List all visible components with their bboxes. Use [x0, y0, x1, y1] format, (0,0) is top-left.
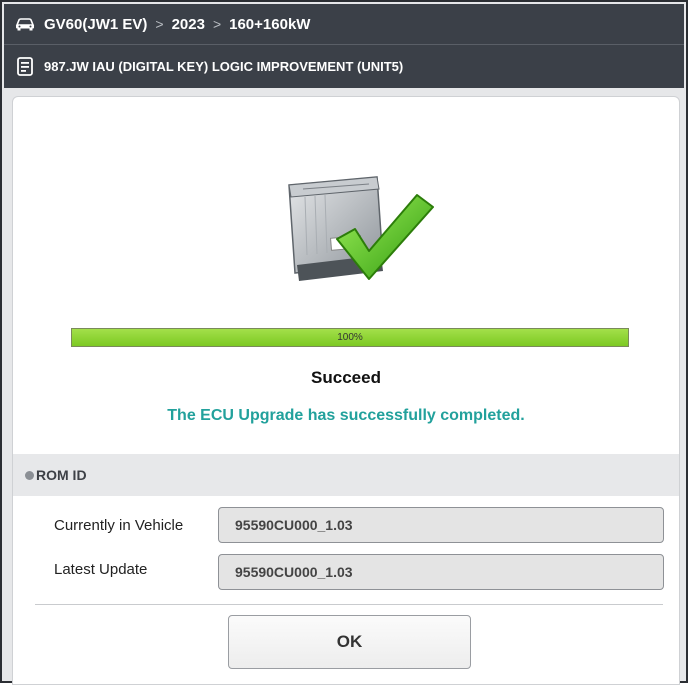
breadcrumb-power[interactable]: 160+160kW [229, 16, 310, 33]
ecu-check-icon [277, 167, 447, 297]
breadcrumb-vehicle[interactable]: GV60(JW1 EV) [44, 16, 147, 33]
app-frame: GV60(JW1 EV) > 2023 > 160+160kW 987.JW I… [0, 0, 688, 685]
breadcrumb-separator: > [212, 16, 222, 32]
breadcrumb-separator: > [155, 16, 164, 32]
procedure-title: 987.JW IAU (DIGITAL KEY) LOGIC IMPROVEME… [44, 59, 404, 74]
status-title: Succeed [311, 368, 381, 387]
bullet-icon [25, 470, 34, 480]
progress-bar: 100% [71, 328, 629, 347]
breadcrumb-year[interactable]: 2023 [172, 16, 205, 33]
car-icon [14, 13, 36, 35]
procedure-title-bar: 987.JW IAU (DIGITAL KEY) LOGIC IMPROVEME… [4, 45, 684, 88]
section-title: ROM ID [36, 467, 87, 483]
upgrade-result-dialog: 100% Succeed The ECU Upgrade has success… [12, 96, 680, 685]
latest-rom-field: 95590CU000_1.03 [218, 554, 664, 590]
current-rom-field: 95590CU000_1.03 [218, 507, 664, 543]
status-message: The ECU Upgrade has successfully complet… [167, 407, 525, 424]
breadcrumb: GV60(JW1 EV) > 2023 > 160+160kW [4, 4, 684, 44]
latest-rom-label: Latest Update [54, 561, 148, 578]
footer-divider [35, 604, 663, 605]
progress-label: 100% [337, 332, 363, 343]
ok-button[interactable]: OK [228, 615, 471, 669]
rom-id-section-header: ROM ID [13, 454, 679, 496]
current-rom-label: Currently in Vehicle [54, 517, 184, 534]
document-icon [14, 56, 36, 78]
